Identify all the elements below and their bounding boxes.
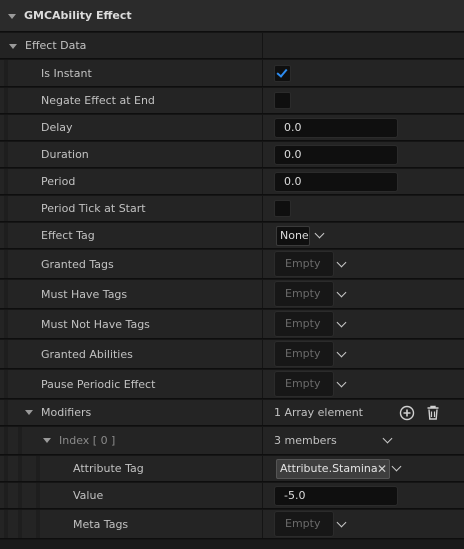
property-label: Meta Tags: [73, 517, 129, 531]
is-instant-checkbox[interactable]: [274, 65, 291, 82]
row-attribute-tag: Attribute Tag Attribute.Stamina ✕: [0, 456, 464, 482]
indent-bar: [4, 483, 8, 508]
meta-tags-field[interactable]: Empty: [274, 511, 334, 537]
must-not-have-tags-field[interactable]: Empty: [274, 311, 334, 337]
row-duration: Duration 0.0: [0, 142, 464, 168]
expand-arrow-icon[interactable]: [43, 438, 51, 443]
category-header[interactable]: GMCAbility Effect: [0, 0, 464, 32]
indent-bar: [36, 456, 40, 481]
property-label: Attribute Tag: [73, 462, 144, 475]
row-meta-tags: Meta Tags Empty: [0, 510, 464, 539]
must-have-tags-field[interactable]: Empty: [274, 281, 334, 307]
value-input[interactable]: -5.0: [274, 486, 398, 506]
attribute-tag-value: Attribute.Stamina: [280, 462, 378, 475]
indent-bar: [4, 370, 8, 398]
members-summary: 3 members: [274, 434, 337, 447]
indent-bar: [4, 115, 8, 140]
property-label: Negate Effect at End: [41, 94, 155, 107]
property-label: Duration: [41, 148, 89, 161]
checkmark-icon: [276, 66, 288, 78]
indent-bar: [18, 427, 22, 454]
remove-tag-icon[interactable]: ✕: [377, 460, 387, 478]
indent-bar: [4, 510, 8, 538]
indent-bar: [4, 60, 8, 86]
row-must-have-tags: Must Have Tags Empty: [0, 280, 464, 309]
value-column: [262, 33, 464, 58]
row-period: Period 0.0: [0, 169, 464, 195]
plus-circle-icon[interactable]: [399, 405, 415, 421]
panel-footer: [0, 540, 464, 549]
indent-bar: [36, 510, 40, 538]
indent-bar: [4, 310, 8, 338]
row-delay: Delay 0.0: [0, 115, 464, 141]
row-index-0[interactable]: Index [ 0 ] 3 members: [0, 427, 464, 455]
period-tick-checkbox[interactable]: [274, 200, 291, 217]
expand-arrow-icon[interactable]: [8, 14, 16, 19]
indent-bar: [18, 483, 22, 508]
negate-effect-checkbox[interactable]: [274, 92, 291, 109]
row-is-instant: Is Instant: [0, 60, 464, 87]
pause-periodic-effect-field[interactable]: Empty: [274, 371, 334, 397]
property-label: Granted Abilities: [41, 347, 133, 361]
array-summary: 1 Array element: [274, 406, 363, 419]
property-label: Period Tick at Start: [41, 202, 146, 215]
indent-bar: [18, 456, 22, 481]
property-label: Is Instant: [41, 66, 92, 80]
attribute-tag-chip[interactable]: Attribute.Stamina ✕: [276, 459, 390, 479]
property-label: Value: [73, 489, 104, 502]
granted-abilities-field[interactable]: Empty: [274, 341, 334, 367]
indent-bar: [4, 142, 8, 167]
property-label: Must Not Have Tags: [41, 317, 150, 331]
property-label: Must Have Tags: [41, 287, 128, 301]
row-pause-periodic-effect: Pause Periodic Effect Empty: [0, 370, 464, 399]
property-label: Pause Periodic Effect: [41, 377, 156, 391]
indent-bar: [4, 280, 8, 308]
indent-bar: [18, 510, 22, 538]
row-effect-tag: Effect Tag None: [0, 223, 464, 249]
value-column: [262, 88, 464, 113]
value-column: [262, 60, 464, 86]
row-period-tick-at-start: Period Tick at Start: [0, 196, 464, 222]
row-granted-tags: Granted Tags Empty: [0, 250, 464, 279]
expand-arrow-icon[interactable]: [9, 44, 17, 49]
value-column: [262, 196, 464, 221]
row-value: Value -5.0: [0, 483, 464, 509]
row-modifiers[interactable]: Modifiers 1 Array element: [0, 400, 464, 426]
period-input[interactable]: 0.0: [274, 172, 398, 192]
indent-bar: [4, 400, 8, 425]
property-label: Effect Tag: [41, 229, 95, 242]
section-effect-data[interactable]: Effect Data: [0, 33, 464, 59]
array-index-label: Index [ 0 ]: [59, 434, 116, 447]
property-label: Granted Tags: [41, 257, 114, 271]
row-must-not-have-tags: Must Not Have Tags Empty: [0, 310, 464, 339]
indent-bar: [4, 340, 8, 368]
trash-icon[interactable]: [425, 404, 441, 421]
indent-bar: [4, 250, 8, 278]
indent-bar: [4, 427, 8, 454]
row-negate-effect-at-end: Negate Effect at End: [0, 88, 464, 114]
indent-bar: [36, 483, 40, 508]
property-label: Delay: [41, 121, 73, 134]
property-label: Modifiers: [41, 406, 92, 419]
indent-bar: [4, 169, 8, 194]
indent-bar: [4, 196, 8, 221]
property-label: Period: [41, 175, 76, 188]
category-title: GMCAbility Effect: [24, 9, 132, 22]
granted-tags-field[interactable]: Empty: [274, 251, 334, 277]
indent-bar: [4, 88, 8, 113]
indent-bar: [4, 456, 8, 481]
indent-bar: [4, 223, 8, 248]
effect-tag-combo[interactable]: None: [276, 226, 310, 246]
expand-arrow-icon[interactable]: [25, 410, 33, 415]
delay-input[interactable]: 0.0: [274, 118, 398, 138]
duration-input[interactable]: 0.0: [274, 145, 398, 165]
row-granted-abilities: Granted Abilities Empty: [0, 340, 464, 369]
section-title: Effect Data: [25, 39, 87, 52]
